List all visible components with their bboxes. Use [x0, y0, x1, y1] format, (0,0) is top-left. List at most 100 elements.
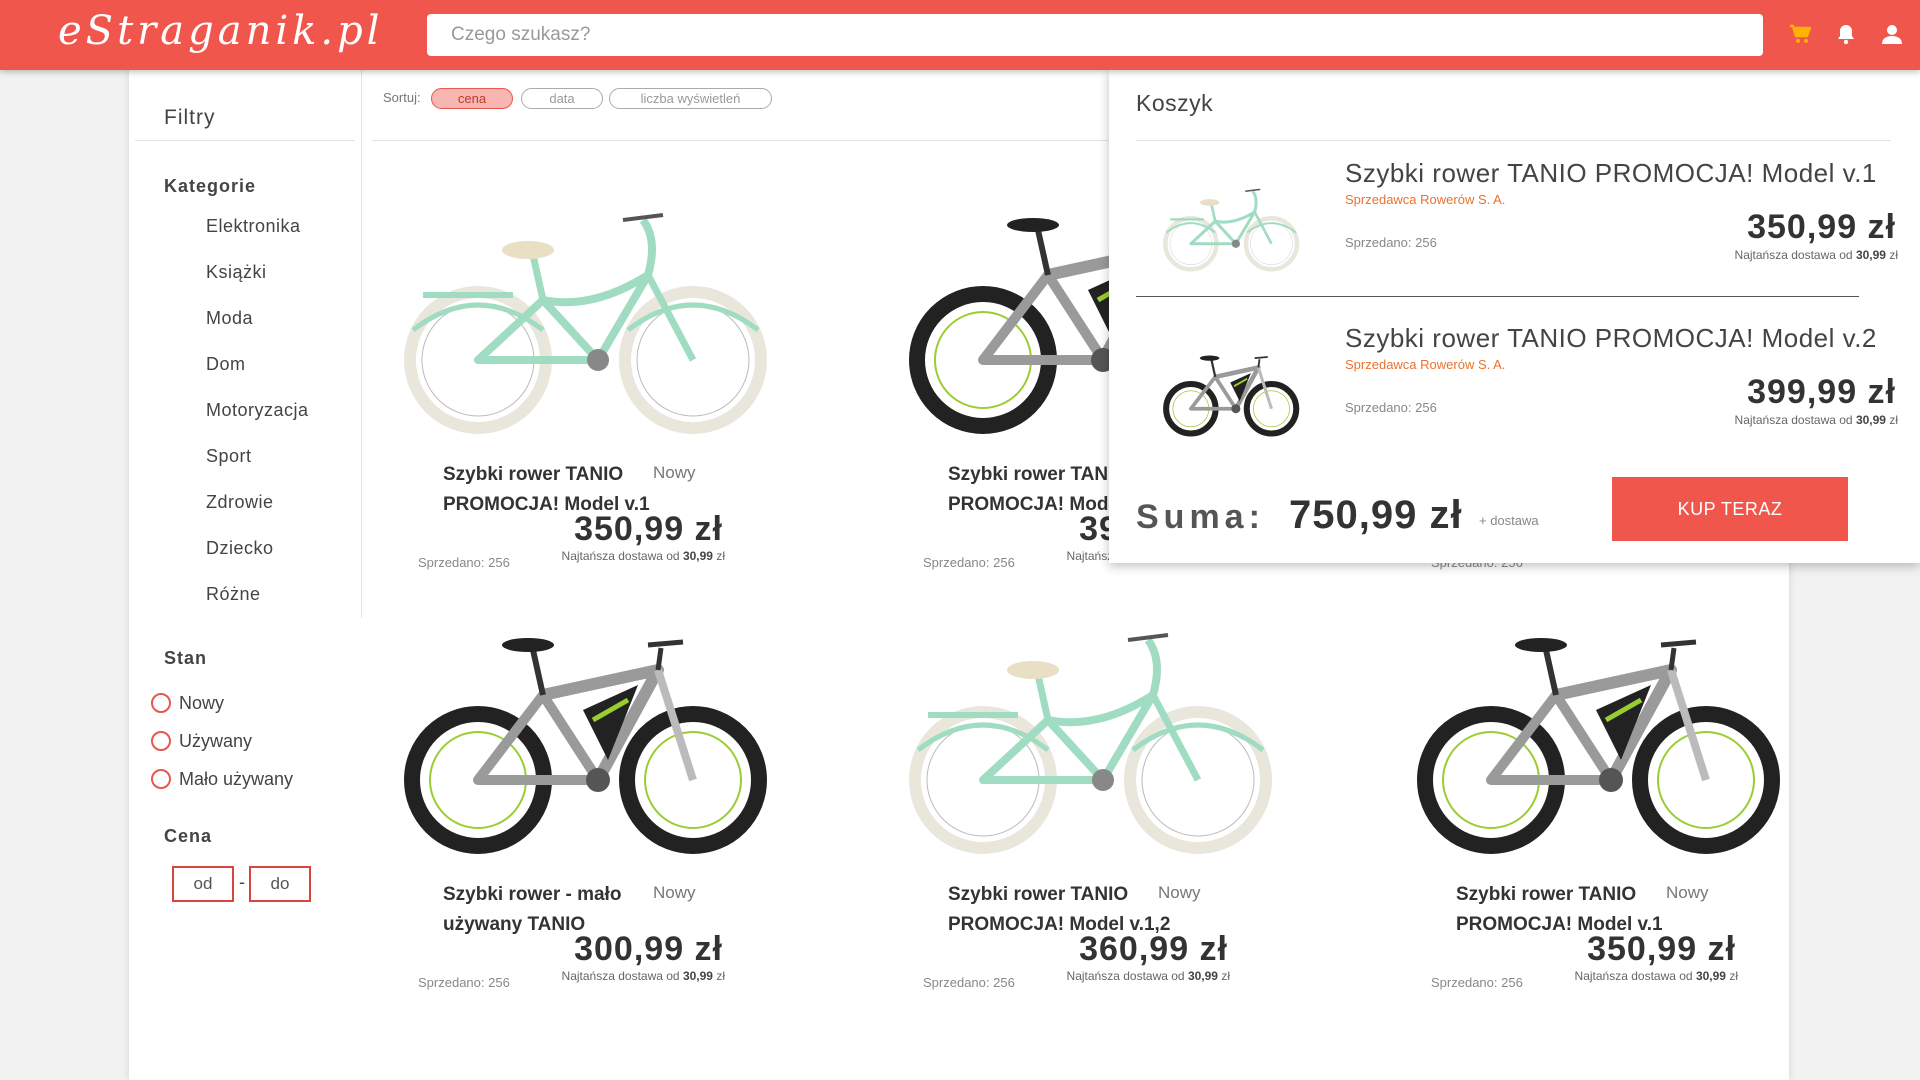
shipping-price: 30,99 [1187, 969, 1218, 983]
product-card[interactable]: Szybki rower TANIO PROMOCJA! Model v.1No… [393, 180, 793, 600]
cart-item-price: 399,99 zł [1747, 373, 1896, 411]
shipping-currency: zł [1889, 413, 1898, 427]
category-zdrowie[interactable]: Zdrowie [206, 492, 274, 513]
site-logo[interactable]: eStraganik.pl [58, 8, 383, 54]
cart-item[interactable]: Szybki rower TANIO PROMOCJA! Model v.2 Sp… [1109, 315, 1920, 475]
product-card[interactable]: Szybki rower TANIO PROMOCJA! Model v.1,2… [898, 600, 1298, 1020]
product-image[interactable] [1406, 600, 1806, 860]
cart-item-seller[interactable]: Sprzedawca Rowerów S. A. [1345, 357, 1505, 372]
product-image[interactable] [898, 600, 1298, 860]
product-price: 350,99 zł [574, 510, 723, 548]
shipping-prefix: Najtańsza dostawa od [1734, 413, 1853, 427]
radio-label: Używany [179, 730, 253, 751]
sort-label: Sortuj: [383, 90, 421, 105]
cart-item-name[interactable]: Szybki rower TANIO PROMOCJA! Model v.1 [1345, 158, 1877, 189]
shipping-price: 30,99 [1855, 413, 1886, 427]
bell-icon[interactable] [1834, 22, 1858, 46]
product-shipping: Najtańsza dostawa od 30,99 zł [562, 969, 725, 983]
product-sold-count: Sprzedano: 256 [418, 975, 510, 990]
sum-value: 750,99 zł [1289, 493, 1463, 537]
cart-item-sold-count: Sprzedano: 256 [1345, 235, 1437, 250]
divider [1136, 140, 1891, 141]
product-condition: Nowy [1158, 883, 1201, 902]
cart-item-name[interactable]: Szybki rower TANIO PROMOCJA! Model v.2 [1345, 323, 1877, 354]
sort-option-liczba-wyswietlen[interactable]: liczba wyświetleń [609, 88, 772, 109]
shipping-prefix: Najtańsza dostawa od [1734, 248, 1853, 262]
product-image[interactable] [393, 180, 793, 440]
price-title: Cena [164, 826, 213, 846]
product-sold-count: Sprzedano: 256 [923, 555, 1015, 570]
sort-option-data[interactable]: data [521, 88, 603, 109]
cart-item-sold-count: Sprzedano: 256 [1345, 400, 1437, 415]
cart-item[interactable]: Szybki rower TANIO PROMOCJA! Model v.1 Sp… [1109, 150, 1920, 310]
product-condition: Nowy [653, 883, 696, 902]
cart-title: Koszyk [1136, 90, 1214, 116]
shipping-price: 30,99 [682, 549, 713, 563]
condition-option-nowy[interactable]: Nowy [151, 690, 224, 716]
cart-item-seller[interactable]: Sprzedawca Rowerów S. A. [1345, 192, 1505, 207]
radio-button[interactable] [151, 693, 171, 713]
filters-sidebar: Filtry Kategorie Elektronika Książki Mod… [129, 70, 363, 1080]
product-price: 350,99 zł [1587, 930, 1736, 968]
category-ksiazki[interactable]: Książki [206, 262, 267, 283]
radio-button[interactable] [151, 769, 171, 789]
search-input[interactable] [427, 14, 1763, 56]
price-range-separator: - [239, 872, 245, 892]
category-rozne[interactable]: Różne [206, 584, 261, 605]
top-header: eStraganik.pl [0, 0, 1920, 70]
condition-title: Stan [164, 648, 208, 668]
category-dziecko[interactable]: Dziecko [206, 538, 274, 559]
condition-option-uzywany[interactable]: Używany [151, 728, 252, 754]
shipping-prefix: Najtańsza dostawa od [1066, 969, 1185, 983]
shipping-currency: zł [1729, 969, 1738, 983]
product-sold-count: Sprzedano: 256 [923, 975, 1015, 990]
category-dom[interactable]: Dom [206, 354, 246, 375]
product-shipping: Najtańsza dostawa od 30,99 zł [1067, 969, 1230, 983]
user-icon[interactable] [1880, 22, 1904, 46]
product-condition: Nowy [653, 463, 696, 482]
category-elektronika[interactable]: Elektronika [206, 216, 301, 237]
radio-label: Mało używany [179, 768, 294, 789]
cart-item-image[interactable] [1159, 315, 1309, 465]
condition-option-malo-uzywany[interactable]: Mało używany [151, 766, 293, 792]
shipping-price: 30,99 [682, 969, 713, 983]
categories-title: Kategorie [164, 176, 257, 196]
category-sport[interactable]: Sport [206, 446, 252, 467]
product-sold-count: Sprzedano: 256 [1431, 975, 1523, 990]
product-card[interactable]: Szybki rower TANIO PROMOCJA! Model v.1No… [1406, 600, 1806, 1020]
sidebar-divider [361, 70, 362, 618]
shipping-prefix: Najtańsza dostawa od [1574, 969, 1693, 983]
category-moda[interactable]: Moda [206, 308, 253, 329]
buy-now-button[interactable]: KUP TERAZ [1612, 477, 1848, 541]
product-price: 360,99 zł [1079, 930, 1228, 968]
product-card[interactable]: Szybki rower - mało używany TANIO Nowy 300… [393, 600, 793, 1020]
shipping-currency: zł [716, 549, 725, 563]
shipping-price: 30,99 [1855, 248, 1886, 262]
shipping-currency: zł [1221, 969, 1230, 983]
product-shipping: Najtańsza dostawa od 30,99 zł [562, 549, 725, 563]
product-price: 300,99 zł [574, 930, 723, 968]
sum-label: Suma: [1136, 498, 1265, 536]
price-from-input[interactable] [172, 866, 234, 902]
cart-dropdown: Koszyk Szybki rower TANIO PROMOCJA! Mode… [1109, 70, 1920, 563]
price-to-input[interactable] [249, 866, 311, 902]
category-motoryzacja[interactable]: Motoryzacja [206, 400, 309, 421]
product-shipping: Najtańsza dostawa od 30,99 zł [1575, 969, 1738, 983]
shipping-price: 30,99 [1695, 969, 1726, 983]
product-image[interactable] [393, 600, 793, 860]
filters-title: Filtry [164, 106, 216, 129]
shipping-currency: zł [1889, 248, 1898, 262]
sum-shipping-note: + dostawa [1479, 513, 1539, 528]
cart-item-shipping: Najtańsza dostawa od 30,99 zł [1735, 413, 1898, 427]
radio-button[interactable] [151, 731, 171, 751]
divider [135, 140, 355, 141]
sort-option-cena[interactable]: cena [431, 88, 513, 109]
product-sold-count: Sprzedano: 256 [418, 555, 510, 570]
cart-item-image[interactable] [1159, 150, 1309, 300]
cart-icon[interactable] [1788, 22, 1812, 46]
divider [1136, 296, 1859, 297]
cart-item-shipping: Najtańsza dostawa od 30,99 zł [1735, 248, 1898, 262]
radio-label: Nowy [179, 692, 225, 713]
shipping-prefix: Najtańsza dostawa od [561, 969, 680, 983]
shipping-prefix: Najtańsza dostawa od [561, 549, 680, 563]
